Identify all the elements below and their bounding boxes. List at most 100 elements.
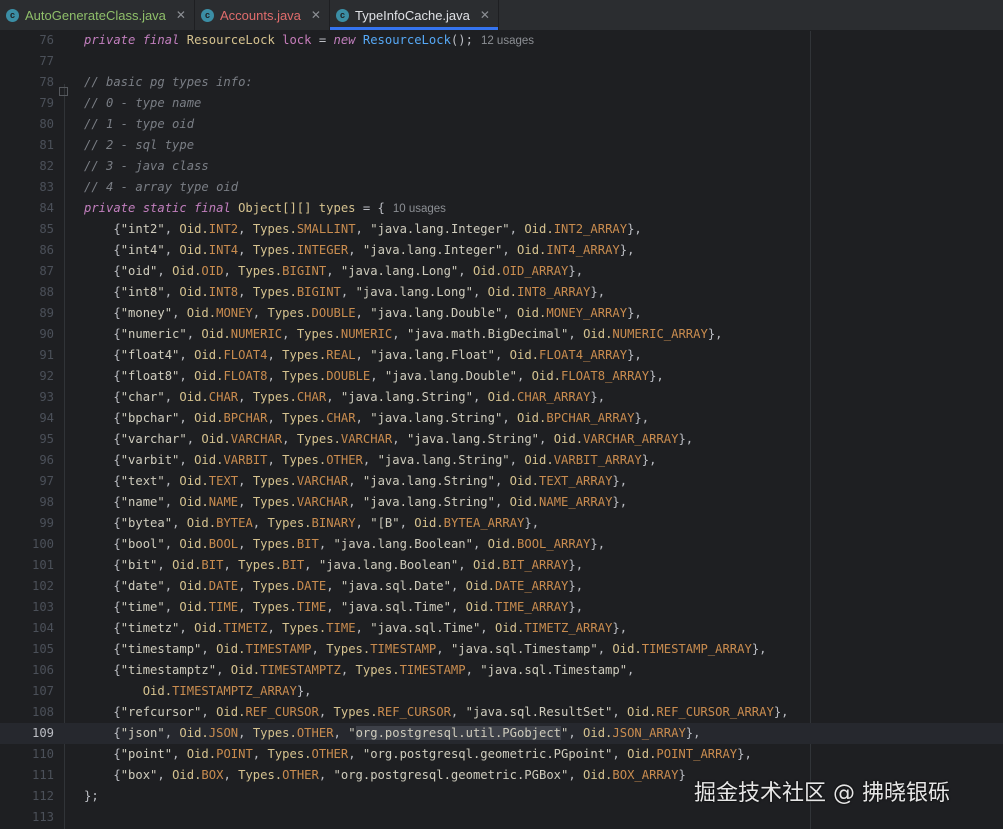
code-line[interactable]: 84 private static final Object[][] types … <box>0 198 1003 219</box>
code-text[interactable]: {"float4", Oid.FLOAT4, Types.REAL, "java… <box>84 345 641 366</box>
code-token: }, <box>649 369 664 383</box>
code-token: OTHER <box>326 453 363 467</box>
code-text[interactable]: // 0 - type name <box>84 93 201 114</box>
code-line[interactable]: 92 {"float8", Oid.FLOAT8, Types.DOUBLE, … <box>0 366 1003 387</box>
code-token: Oid. <box>194 369 224 383</box>
close-icon[interactable]: ✕ <box>176 8 186 22</box>
code-token: CHAR <box>208 390 239 404</box>
code-text[interactable]: {"point", Oid.POINT, Types.OTHER, "org.p… <box>84 744 751 765</box>
code-text[interactable]: {"text", Oid.TEXT, Types.VARCHAR, "java.… <box>84 471 627 492</box>
code-line[interactable]: 86 {"int4", Oid.INT4, Types.INTEGER, "ja… <box>0 240 1003 261</box>
line-number: 81 <box>39 138 54 152</box>
code-token: , <box>472 390 488 404</box>
code-text[interactable]: {"char", Oid.CHAR, Types.CHAR, "java.lan… <box>84 387 605 408</box>
code-token: { <box>84 495 121 509</box>
close-icon[interactable]: ✕ <box>311 8 321 22</box>
close-icon[interactable]: ✕ <box>480 8 490 22</box>
code-text[interactable]: // 3 - java class <box>84 156 209 177</box>
usages-hint[interactable]: 12 usages <box>481 35 534 47</box>
code-line[interactable]: 93 {"char", Oid.CHAR, Types.CHAR, "java.… <box>0 387 1003 408</box>
code-text[interactable]: {"int4", Oid.INT4, Types.INTEGER, "java.… <box>84 240 634 261</box>
tab-typeinfocache-java[interactable]: c TypeInfoCache.java ✕ <box>329 0 499 30</box>
code-line[interactable]: 78 // basic pg types info: <box>0 72 1003 93</box>
code-line[interactable]: 98 {"name", Oid.NAME, Types.VARCHAR, "ja… <box>0 492 1003 513</box>
code-line[interactable]: 81 // 2 - sql type <box>0 135 1003 156</box>
code-line[interactable]: 79 // 0 - type name <box>0 93 1003 114</box>
code-line[interactable]: 108 {"refcursor", Oid.REF_CURSOR, Types.… <box>0 702 1003 723</box>
code-text[interactable]: {"numeric", Oid.NUMERIC, Types.NUMERIC, … <box>84 324 722 345</box>
code-token: BINARY <box>311 516 356 530</box>
code-token: Types. <box>282 348 327 362</box>
code-text[interactable]: private final ResourceLock lock = new Re… <box>84 30 534 52</box>
code-text[interactable]: {"timestamp", Oid.TIMESTAMP, Types.TIMES… <box>84 639 766 660</box>
code-text[interactable]: {"json", Oid.JSON, Types.OTHER, "org.pos… <box>84 723 700 744</box>
code-text[interactable]: {"timetz", Oid.TIMETZ, Types.TIME, "java… <box>84 618 627 639</box>
code-text[interactable]: {"varbit", Oid.VARBIT, Types.OTHER, "jav… <box>84 450 656 471</box>
code-text[interactable]: }; <box>84 786 99 807</box>
comment: // 2 - sql type <box>84 138 195 152</box>
code-line[interactable]: 89 {"money", Oid.MONEY, Types.DOUBLE, "j… <box>0 303 1003 324</box>
tab-accounts-java[interactable]: c Accounts.java ✕ <box>195 0 330 30</box>
code-token: { <box>84 579 121 593</box>
code-text[interactable]: // basic pg types info: <box>84 72 253 93</box>
code-line[interactable]: 113 <box>0 807 1003 828</box>
code-line[interactable]: 109 {"json", Oid.JSON, Types.OTHER, "org… <box>0 723 1003 744</box>
code-text[interactable]: {"bpchar", Oid.BPCHAR, Types.CHAR, "java… <box>84 408 649 429</box>
code-text[interactable]: {"date", Oid.DATE, Types.DATE, "java.sql… <box>84 576 583 597</box>
code-line[interactable]: 88 {"int8", Oid.INT8, Types.BIGINT, "jav… <box>0 282 1003 303</box>
code-line[interactable]: 102 {"date", Oid.DATE, Types.DATE, "java… <box>0 576 1003 597</box>
code-line[interactable]: 85 {"int2", Oid.INT2, Types.SMALLINT, "j… <box>0 219 1003 240</box>
code-line[interactable]: 104 {"timetz", Oid.TIMETZ, Types.TIME, "… <box>0 618 1003 639</box>
code-line[interactable]: 103 {"time", Oid.TIME, Types.TIME, "java… <box>0 597 1003 618</box>
code-editor[interactable]: 75private @Nullable PreparedStatement ge… <box>0 0 1003 829</box>
code-text[interactable]: {"int8", Oid.INT8, Types.BIGINT, "java.l… <box>84 282 605 303</box>
code-line[interactable]: 95 {"varchar", Oid.VARCHAR, Types.VARCHA… <box>0 429 1003 450</box>
code-text[interactable]: private static final Object[][] types = … <box>84 198 446 220</box>
code-text[interactable]: Oid.TIMESTAMPTZ_ARRAY}, <box>84 681 312 702</box>
code-line[interactable]: 82 // 3 - java class <box>0 156 1003 177</box>
code-text[interactable]: {"bytea", Oid.BYTEA, Types.BINARY, "[B",… <box>84 513 539 534</box>
code-text[interactable]: // 2 - sql type <box>84 135 194 156</box>
code-token: , <box>179 621 195 635</box>
code-line[interactable]: 83 // 4 - array type oid <box>0 177 1003 198</box>
code-text[interactable]: // 1 - type oid <box>84 114 194 135</box>
code-line[interactable]: 87 {"oid", Oid.OID, Types.BIGINT, "java.… <box>0 261 1003 282</box>
code-text[interactable]: {"time", Oid.TIME, Types.TIME, "java.sql… <box>84 597 583 618</box>
code-line[interactable]: 90 {"numeric", Oid.NUMERIC, Types.NUMERI… <box>0 324 1003 345</box>
code-line[interactable]: 76 private final ResourceLock lock = new … <box>0 30 1003 51</box>
code-line[interactable]: 97 {"text", Oid.TEXT, Types.VARCHAR, "ja… <box>0 471 1003 492</box>
usages-hint[interactable]: 10 usages <box>393 203 446 215</box>
code-line[interactable]: 94 {"bpchar", Oid.BPCHAR, Types.CHAR, "j… <box>0 408 1003 429</box>
code-token: Types. <box>252 390 297 404</box>
code-line[interactable]: 105 {"timestamp", Oid.TIMESTAMP, Types.T… <box>0 639 1003 660</box>
code-token: Types. <box>252 285 297 299</box>
code-text[interactable]: {"bool", Oid.BOOL, Types.BIT, "java.lang… <box>84 534 605 555</box>
code-text[interactable]: {"varchar", Oid.VARCHAR, Types.VARCHAR, … <box>84 429 693 450</box>
code-token: , <box>238 726 253 740</box>
code-token: , <box>282 432 297 446</box>
code-text[interactable]: {"oid", Oid.OID, Types.BIGINT, "java.lan… <box>84 261 583 282</box>
code-line[interactable]: 100 {"bool", Oid.BOOL, Types.BIT, "java.… <box>0 534 1003 555</box>
code-text[interactable]: {"int2", Oid.INT2, Types.SMALLINT, "java… <box>84 219 641 240</box>
code-token: "java.lang.Integer" <box>362 243 503 257</box>
code-token: , <box>311 642 327 656</box>
code-line[interactable]: 96 {"varbit", Oid.VARBIT, Types.OTHER, "… <box>0 450 1003 471</box>
code-text[interactable]: {"name", Oid.NAME, Types.VARCHAR, "java.… <box>84 492 627 513</box>
code-line[interactable]: 110 {"point", Oid.POINT, Types.OTHER, "o… <box>0 744 1003 765</box>
code-text[interactable]: {"bit", Oid.BIT, Types.BIT, "java.lang.B… <box>84 555 583 576</box>
code-text[interactable]: // 4 - array type oid <box>84 177 238 198</box>
code-text[interactable]: {"refcursor", Oid.REF_CURSOR, Types.REF_… <box>84 702 788 723</box>
code-line[interactable]: 106 {"timestamptz", Oid.TIMESTAMPTZ, Typ… <box>0 660 1003 681</box>
code-token: , <box>348 243 363 257</box>
code-text[interactable]: {"float8", Oid.FLOAT8, Types.DOUBLE, "ja… <box>84 366 664 387</box>
code-text[interactable]: {"money", Oid.MONEY, Types.DOUBLE, "java… <box>84 303 641 324</box>
code-line[interactable]: 77 <box>0 51 1003 72</box>
tab-autogenerateclass-java[interactable]: c AutoGenerateClass.java ✕ <box>0 0 195 30</box>
code-line[interactable]: 101 {"bit", Oid.BIT, Types.BIT, "java.la… <box>0 555 1003 576</box>
code-line[interactable]: 91 {"float4", Oid.FLOAT4, Types.REAL, "j… <box>0 345 1003 366</box>
code-line[interactable]: 99 {"bytea", Oid.BYTEA, Types.BINARY, "[… <box>0 513 1003 534</box>
code-line[interactable]: 80 // 1 - type oid <box>0 114 1003 135</box>
code-text[interactable]: {"timestamptz", Oid.TIMESTAMPTZ, Types.T… <box>84 660 634 681</box>
code-text[interactable]: {"box", Oid.BOX, Types.OTHER, "org.postg… <box>84 765 685 786</box>
code-line[interactable]: 107 Oid.TIMESTAMPTZ_ARRAY}, <box>0 681 1003 702</box>
